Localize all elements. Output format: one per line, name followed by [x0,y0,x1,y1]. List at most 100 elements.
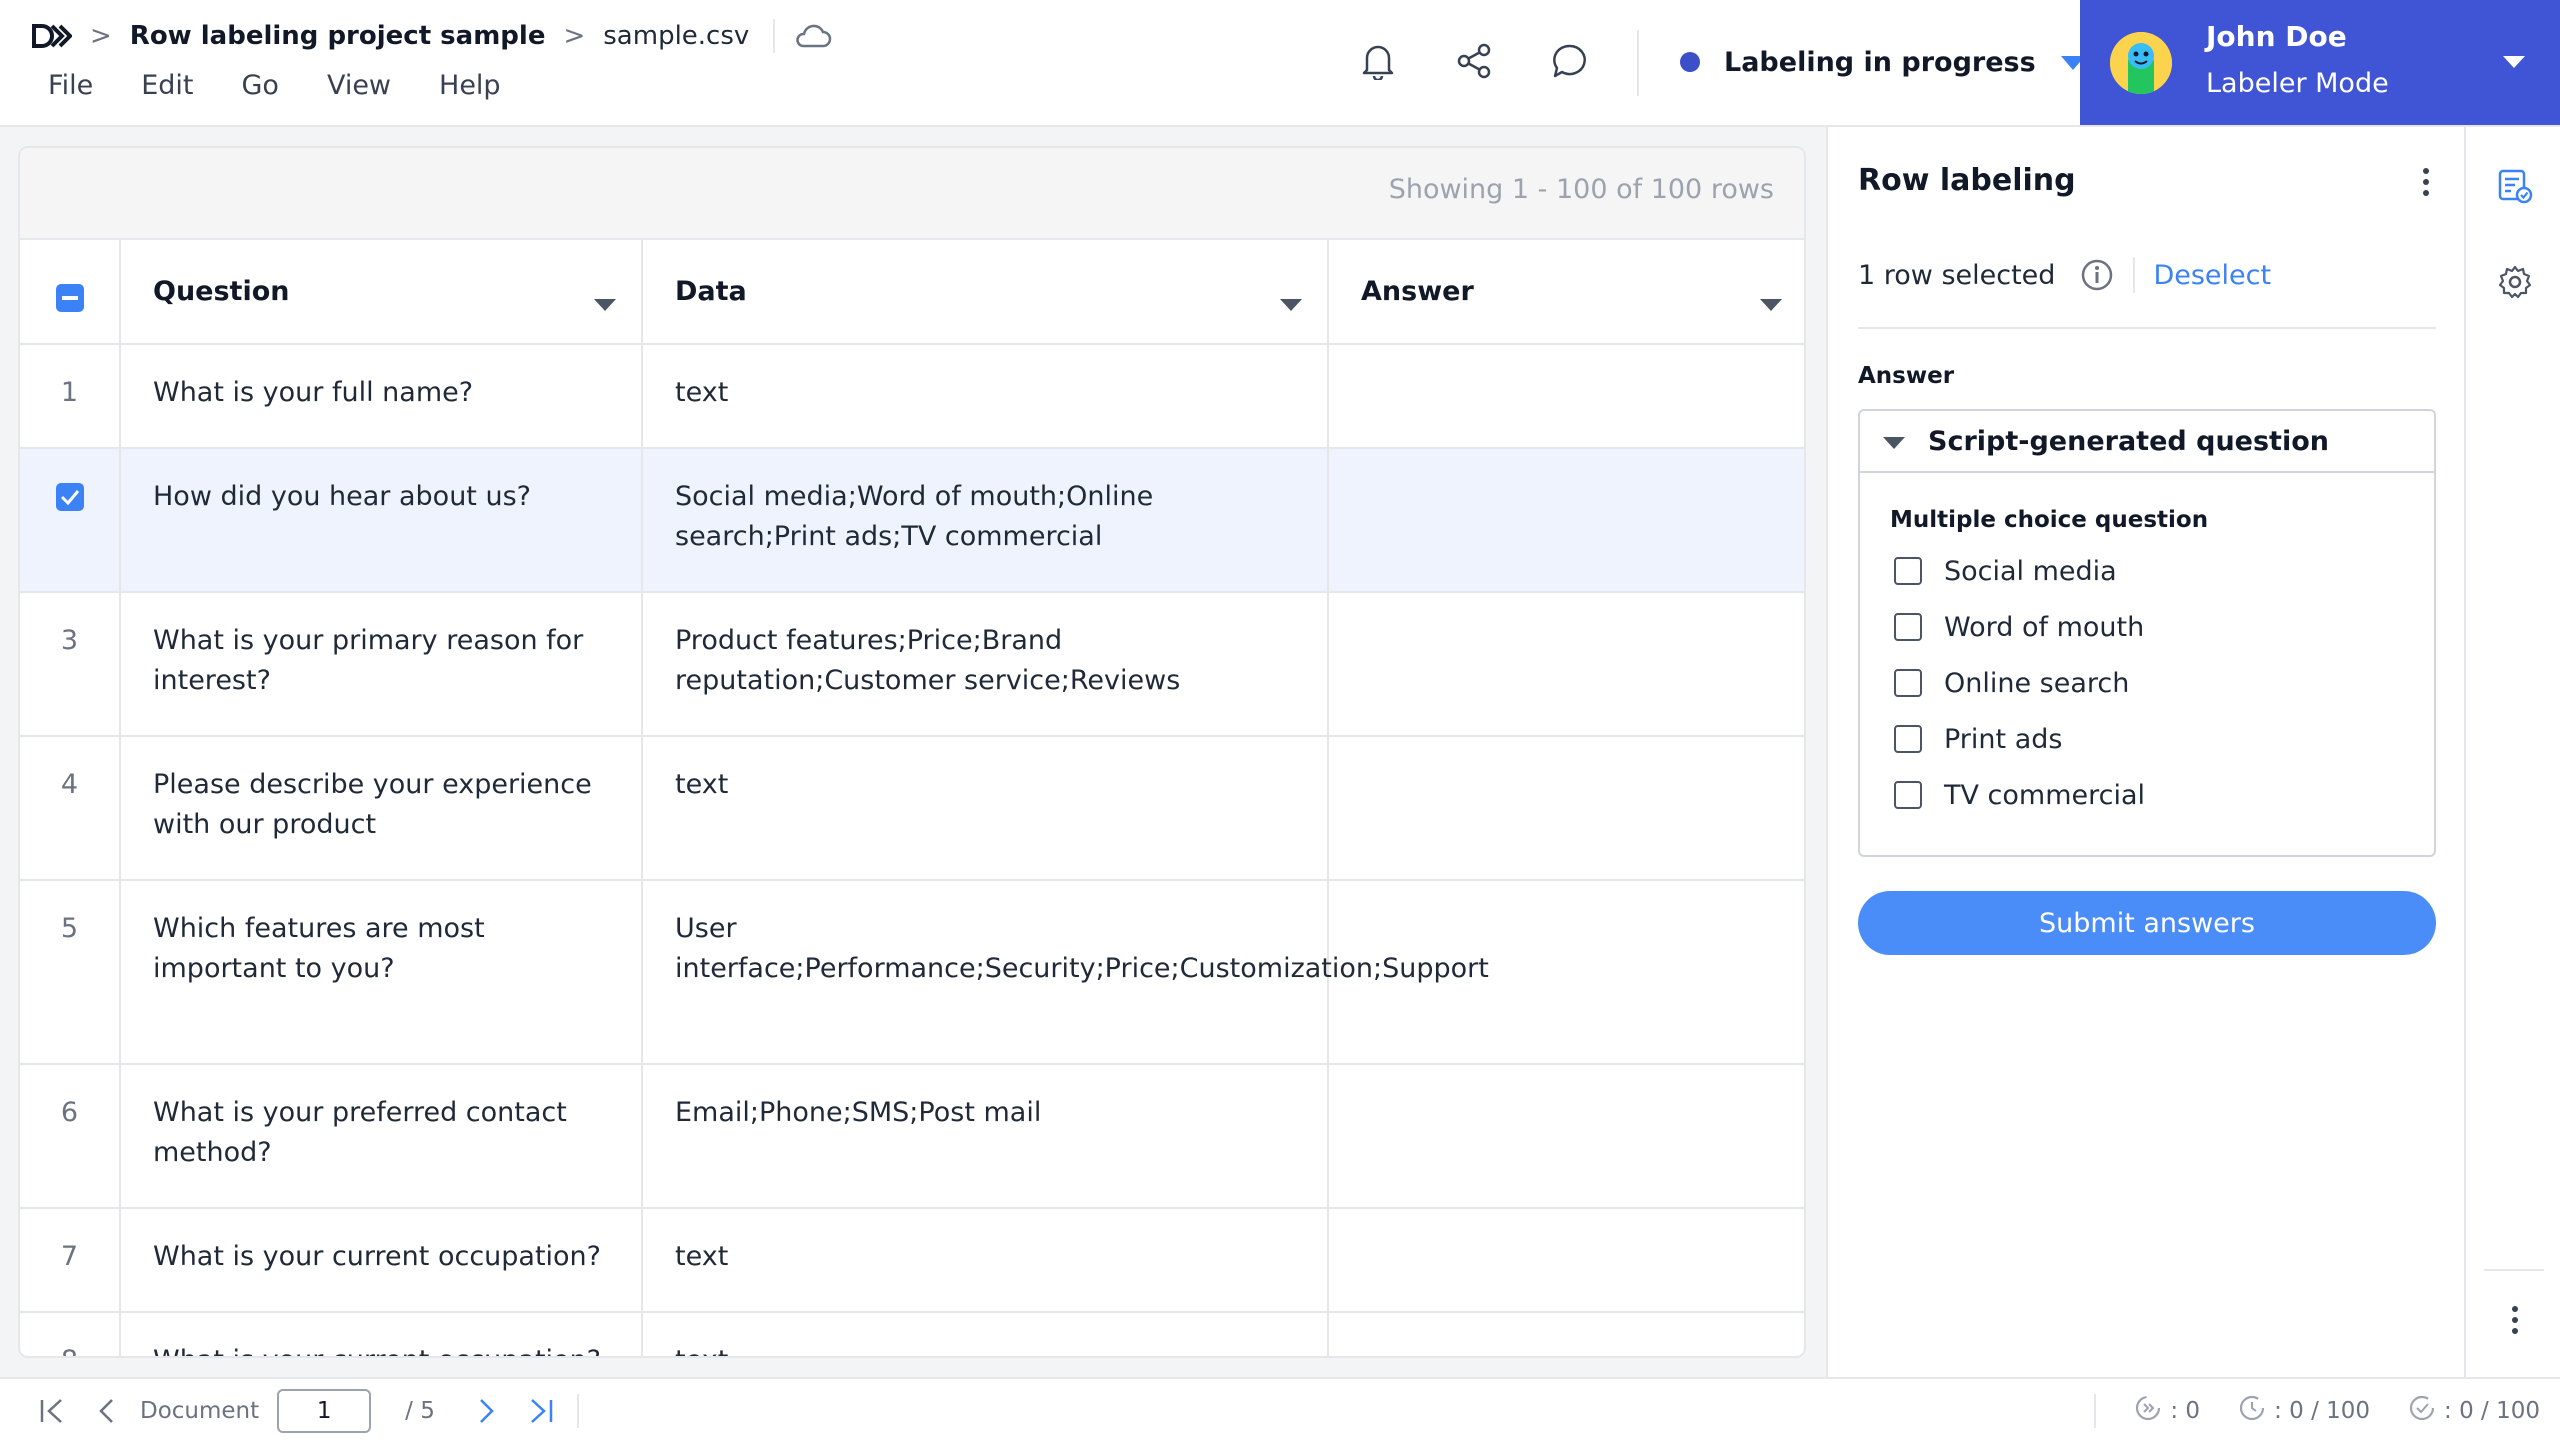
cell-answer[interactable] [1328,344,1804,449]
option-checkbox[interactable] [1894,613,1922,641]
table-row-selected[interactable]: How did you hear about us? Social media;… [20,448,1804,593]
prev-page-icon[interactable] [90,1394,124,1428]
option-checkbox[interactable] [1894,725,1922,753]
cell-answer[interactable] [1328,1064,1804,1209]
cell-question[interactable]: What is your primary reason for interest… [120,592,643,737]
page-total: / 5 [405,1398,435,1424]
column-header-data[interactable]: Data [642,240,1329,345]
table-row[interactable]: 7 What is your current occupation? text [20,1208,1804,1313]
cell-data[interactable]: text [642,1312,1329,1356]
option-checkbox[interactable] [1894,781,1922,809]
option-print-ads[interactable]: Print ads [1894,719,2062,759]
grid-table: Question Data Answer 1 What is your full… [20,240,1804,1356]
info-icon[interactable] [2081,259,2113,291]
cell-question[interactable]: What is your current occupation? [120,1208,643,1313]
option-social-media[interactable]: Social media [1894,551,2117,591]
menu-file[interactable]: File [48,70,93,110]
last-page-icon[interactable] [523,1394,557,1428]
cell-data[interactable]: Email;Phone;SMS;Post mail [642,1064,1329,1209]
cell-data[interactable]: User interface;Performance;Security;Pric… [642,880,1489,1065]
table-row[interactable]: 6 What is your preferred contact method?… [20,1064,1804,1209]
data-grid: Showing 1 - 100 of 100 rows Question Dat… [18,146,1806,1358]
cell-question[interactable]: How did you hear about us? [120,448,643,593]
table-row[interactable]: 1 What is your full name? text [20,344,1804,449]
option-online-search[interactable]: Online search [1894,663,2129,703]
divider [2484,1269,2544,1271]
option-checkbox[interactable] [1894,557,1922,585]
question-title: Script-generated question [1928,425,2329,457]
page-number-input[interactable] [277,1389,372,1433]
chevron-down-icon[interactable] [593,284,617,324]
select-all-checkbox[interactable] [55,283,84,312]
chevron-down-icon[interactable] [1279,284,1303,324]
row-number: 1 [20,344,121,449]
chevron-down-icon [2502,54,2526,73]
labeling-checklist-icon[interactable] [2496,167,2534,205]
row-labeling-panel: Row labeling 1 row selected Deselect Ans… [1826,127,2464,1377]
cell-answer[interactable] [1328,592,1804,737]
status-dropdown[interactable]: Labeling in progress [1680,40,2086,84]
row-checkbox[interactable] [55,483,84,511]
cell-answer[interactable] [1328,736,1804,881]
column-header-question[interactable]: Question [120,240,643,345]
row-checkbox-cell [20,448,121,593]
more-vertical-icon[interactable] [2496,1301,2534,1339]
option-label: TV commercial [1944,779,2146,811]
row-number: 7 [20,1208,121,1313]
column-header-label: Answer [1361,275,1474,307]
cell-question[interactable]: Please describe your experience with our… [120,736,643,881]
option-tv-commercial[interactable]: TV commercial [1894,775,2145,815]
deselect-link[interactable]: Deselect [2153,260,2271,291]
cell-answer[interactable] [1328,1312,1804,1356]
first-page-icon[interactable] [36,1394,70,1428]
select-all-cell [20,240,121,345]
cell-data[interactable]: Social media;Word of mouth;Online search… [642,448,1329,593]
divider [576,1394,579,1428]
chevron-down-icon[interactable] [1759,284,1783,324]
comment-icon[interactable] [1550,40,1590,82]
breadcrumb-project[interactable]: Row labeling project sample [130,21,546,51]
share-icon[interactable] [1454,40,1494,82]
cell-answer[interactable] [1328,448,1804,593]
table-row[interactable]: 4 Please describe your experience with o… [20,736,1804,881]
option-label: Print ads [1944,723,2063,755]
toolbar-icons [1358,40,1590,82]
gear-icon[interactable] [2496,263,2534,301]
grid-toolbar: Showing 1 - 100 of 100 rows [20,148,1804,240]
cell-question[interactable]: Which features are most important to you… [120,880,643,1065]
stat-completed-value: : 0 / 100 [2444,1398,2540,1424]
table-row[interactable]: 5 Which features are most important to y… [20,880,1804,1065]
cell-question[interactable]: What is your current occupation? [120,1312,643,1356]
cell-data[interactable]: text [642,344,1329,449]
answer-label: Answer [1858,363,1955,389]
question-header[interactable]: Script-generated question [1860,411,2434,473]
menu-go[interactable]: Go [241,70,278,110]
submit-answers-button[interactable]: Submit answers [1858,891,2436,955]
menu-view[interactable]: View [327,70,391,110]
caret-down-icon[interactable] [1882,426,1906,457]
user-menu[interactable]: John Doe Labeler Mode [2080,0,2560,125]
option-label: Word of mouth [1944,611,2145,643]
next-page-icon[interactable] [469,1394,503,1428]
option-checkbox[interactable] [1894,669,1922,697]
cell-data[interactable]: Product features;Price;Brand reputation;… [642,592,1329,737]
menu-edit[interactable]: Edit [141,70,193,110]
bell-icon[interactable] [1358,40,1398,82]
skip-icon [2134,1394,2162,1428]
cell-question[interactable]: What is your preferred contact method? [120,1064,643,1209]
menu-bar: File Edit Go View Help [48,70,501,110]
option-word-of-mouth[interactable]: Word of mouth [1894,607,2144,647]
row-number: 4 [20,736,121,881]
table-row[interactable]: 3 What is your primary reason for intere… [20,592,1804,737]
column-header-answer[interactable]: Answer [1328,240,1804,345]
cell-answer[interactable] [1328,1208,1804,1313]
more-vertical-icon[interactable] [2422,167,2430,201]
logo-icon[interactable] [32,20,76,52]
selected-count: 1 row selected [1858,259,2056,291]
menu-help[interactable]: Help [439,70,501,110]
breadcrumb-file[interactable]: sample.csv [603,21,749,51]
cell-question[interactable]: What is your full name? [120,344,643,449]
cell-data[interactable]: text [642,1208,1329,1313]
cell-data[interactable]: text [642,736,1329,881]
table-row[interactable]: 8 What is your current occupation? text [20,1312,1804,1356]
